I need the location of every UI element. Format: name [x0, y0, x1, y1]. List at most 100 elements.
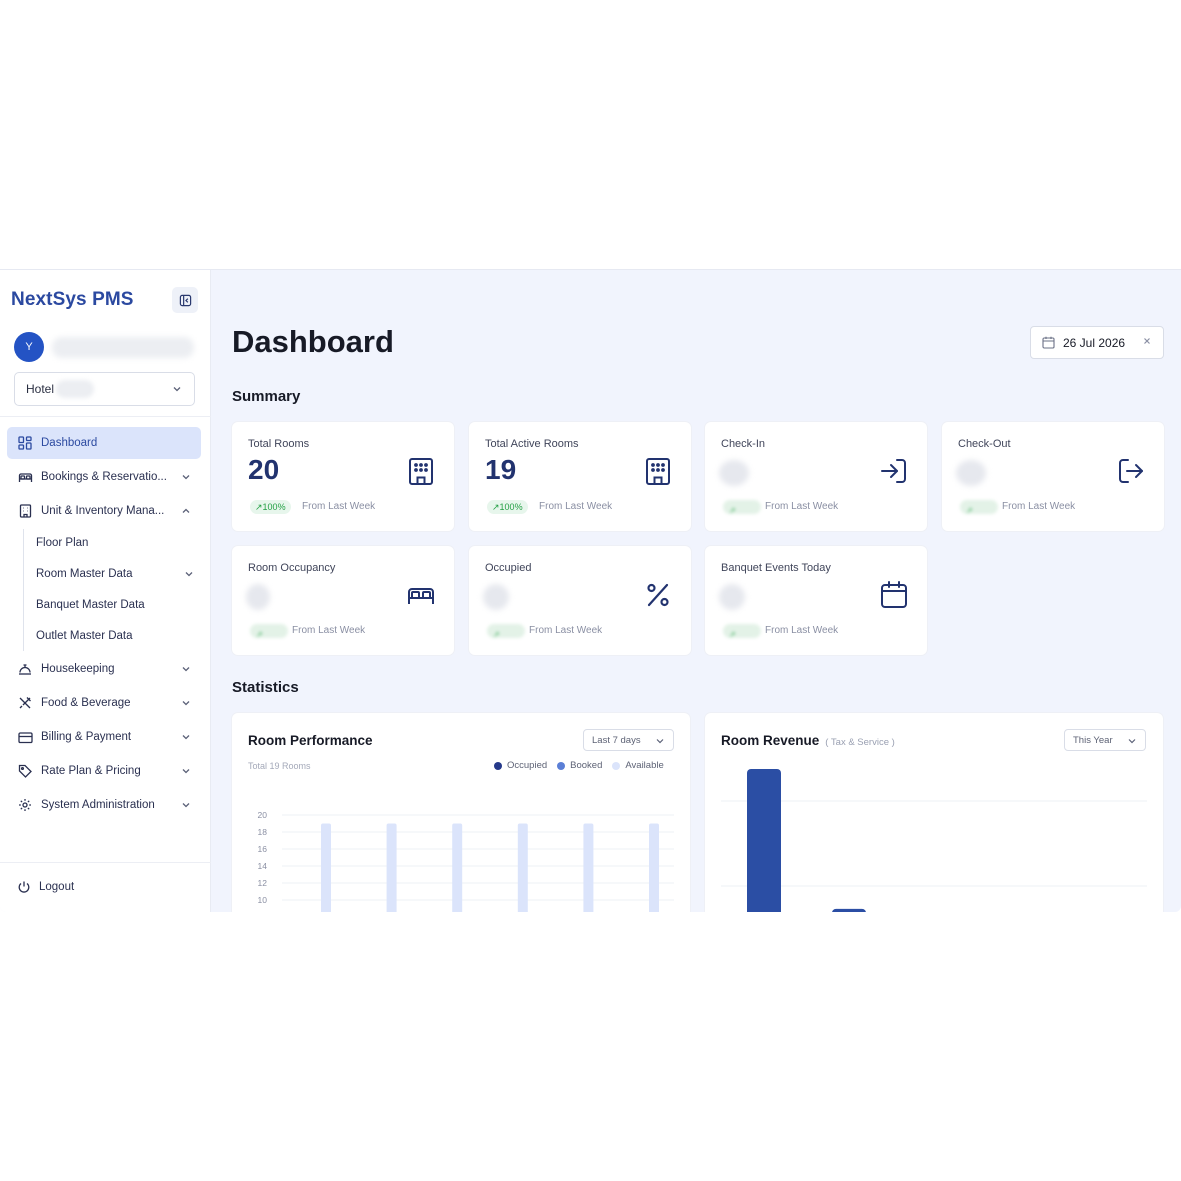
sidebar-subitem-label: Banquet Master Data	[36, 599, 145, 611]
trend-badge: ↗ 100%	[250, 500, 291, 514]
card-footnote: From Last Week	[302, 501, 376, 512]
range-select[interactable]: Last 7 days	[583, 729, 674, 751]
trend-badge: ↗ 100%	[487, 500, 528, 514]
y-tick-label: 16	[258, 844, 268, 854]
legend-label: Available	[625, 760, 664, 771]
card-footnote: From Last Week	[539, 501, 613, 512]
sidebar-item-label: System Administration	[41, 799, 155, 811]
summary-heading: Summary	[232, 388, 301, 405]
bed-icon	[408, 588, 434, 604]
check-out-arrow-icon	[1119, 459, 1143, 483]
sidebar-item-food-beverage[interactable]: Food & Beverage	[7, 687, 201, 719]
sidebar-item-label: Food & Beverage	[41, 697, 131, 709]
chevron-down-icon	[182, 475, 190, 480]
sidebar-item-dashboard[interactable]: Dashboard	[7, 427, 201, 459]
legend-label: Occupied	[507, 760, 548, 771]
sidebar-item-billing-payment[interactable]: Billing & Payment	[7, 721, 201, 753]
tag-icon	[18, 764, 32, 778]
legend-swatch-booked	[557, 761, 566, 770]
sidebar-item-bookings[interactable]: Bookings & Reservatio...	[7, 461, 201, 493]
collapse-sidebar-button[interactable]	[172, 287, 198, 313]
legend-swatch-available	[612, 761, 621, 770]
percent-icon	[647, 583, 669, 607]
page-title: Dashboard	[232, 324, 394, 359]
trend-badge-redacted: ↗	[250, 624, 288, 639]
sidebar-item-unit-inventory[interactable]: Unit & Inventory Mana...	[7, 495, 201, 527]
building-icon	[19, 504, 31, 518]
building-icon	[646, 458, 670, 485]
service-bell-icon	[19, 664, 31, 675]
sidebar-item-label: Unit & Inventory Mana...	[41, 505, 165, 517]
sidebar-item-system-administration[interactable]: System Administration	[7, 789, 201, 821]
chevron-down-icon	[182, 735, 190, 740]
sidebar-item-label: Billing & Payment	[41, 731, 132, 743]
app-window: NextSys PMS Y Hotel Dashboard Bookings &…	[0, 269, 1181, 912]
brand-logo-text: NextSys PMS	[11, 289, 134, 310]
y-tick-label: 20	[258, 810, 268, 820]
card-footnote: From Last Week	[765, 625, 839, 636]
y-tick-label: 12	[258, 878, 268, 888]
sidebar-subitem-banquet-master-data[interactable]: Banquet Master Data	[36, 599, 145, 611]
sidebar-subitem-outlet-master-data[interactable]: Outlet Master Data	[36, 630, 133, 642]
bar-available	[452, 823, 463, 912]
gear-icon	[19, 799, 31, 811]
card-footnote: From Last Week	[292, 625, 366, 636]
card-value-redacted	[483, 584, 509, 610]
chevron-down-icon	[182, 803, 190, 808]
panel-title: Room Revenue ( Tax & Service )	[721, 733, 895, 748]
sidebar-subitem-room-master-data[interactable]: Room Master Data	[36, 568, 196, 580]
sidebar-item-label: Bookings & Reservatio...	[41, 471, 167, 483]
card-label: Occupied	[485, 562, 532, 574]
sidebar-item-housekeeping[interactable]: Housekeeping	[7, 653, 201, 685]
chevron-down-icon	[182, 701, 190, 706]
sidebar-item-rate-plan[interactable]: Rate Plan & Pricing	[7, 755, 201, 787]
sidebar-item-label: Rate Plan & Pricing	[41, 765, 141, 777]
chevron-down-icon	[1128, 739, 1136, 744]
card-label: Total Active Rooms	[485, 438, 579, 450]
date-picker[interactable]: 26 Jul 2026	[1030, 326, 1164, 359]
card-footnote: From Last Week	[529, 625, 603, 636]
summary-card-banquet-events: Banquet Events Today ↗ From Last Week	[705, 546, 927, 655]
card-value-redacted	[956, 460, 986, 486]
card-value: 19	[485, 454, 517, 485]
panel-title: Room Performance	[248, 733, 373, 748]
card-label: Banquet Events Today	[721, 562, 831, 574]
summary-card-check-out: Check-Out ↗ From Last Week	[942, 422, 1164, 531]
sidebar-divider	[0, 862, 211, 863]
panel-caption: Total 19 Rooms	[248, 761, 311, 771]
logout-button[interactable]: Logout	[17, 880, 74, 894]
hotel-select[interactable]: Hotel	[14, 372, 195, 406]
chevron-up-icon	[182, 508, 190, 513]
summary-card-room-occupancy: Room Occupancy ↗ From Last Week	[232, 546, 454, 655]
sidebar-item-label: Housekeeping	[41, 663, 115, 675]
card-value: 20	[248, 454, 280, 485]
sidebar-subitem-floor-plan[interactable]: Floor Plan	[36, 537, 88, 549]
hotel-select-label: Hotel	[26, 382, 55, 396]
sidebar: NextSys PMS Y Hotel Dashboard Bookings &…	[0, 270, 211, 912]
clear-date-button[interactable]	[1142, 336, 1152, 346]
logout-label: Logout	[39, 881, 75, 893]
card-footnote: From Last Week	[1002, 501, 1076, 512]
dashboard-grid-icon	[18, 436, 32, 450]
date-picker-value: 26 Jul 2026	[1063, 335, 1126, 350]
credit-card-icon	[17, 731, 33, 743]
avatar[interactable]: Y	[14, 332, 44, 362]
trend-badge-redacted: ↗	[960, 500, 998, 515]
range-select-value: Last 7 days	[592, 734, 641, 746]
sidebar-subitem-label: Outlet Master Data	[36, 630, 133, 642]
summary-card-total-active-rooms: Total Active Rooms 19 ↗ 100% From Last We…	[469, 422, 691, 531]
chevron-down-icon	[182, 667, 190, 672]
legend-swatch-occupied	[494, 761, 502, 770]
trend-value: 100%	[499, 502, 523, 512]
summary-card-total-rooms: Total Rooms 20 ↗ 100% From Last Week	[232, 422, 454, 531]
close-icon	[1144, 338, 1150, 344]
bar-available	[386, 823, 397, 912]
panel-subtitle: ( Tax & Service )	[825, 737, 895, 748]
panel-title-text: Room Revenue	[721, 733, 820, 748]
range-select[interactable]: This Year	[1064, 729, 1146, 751]
chevron-down-icon	[173, 387, 181, 392]
revenue-bar	[832, 908, 866, 912]
card-label: Room Occupancy	[248, 562, 336, 574]
submenu-guide-line	[23, 529, 24, 651]
check-in-arrow-icon	[881, 459, 906, 483]
